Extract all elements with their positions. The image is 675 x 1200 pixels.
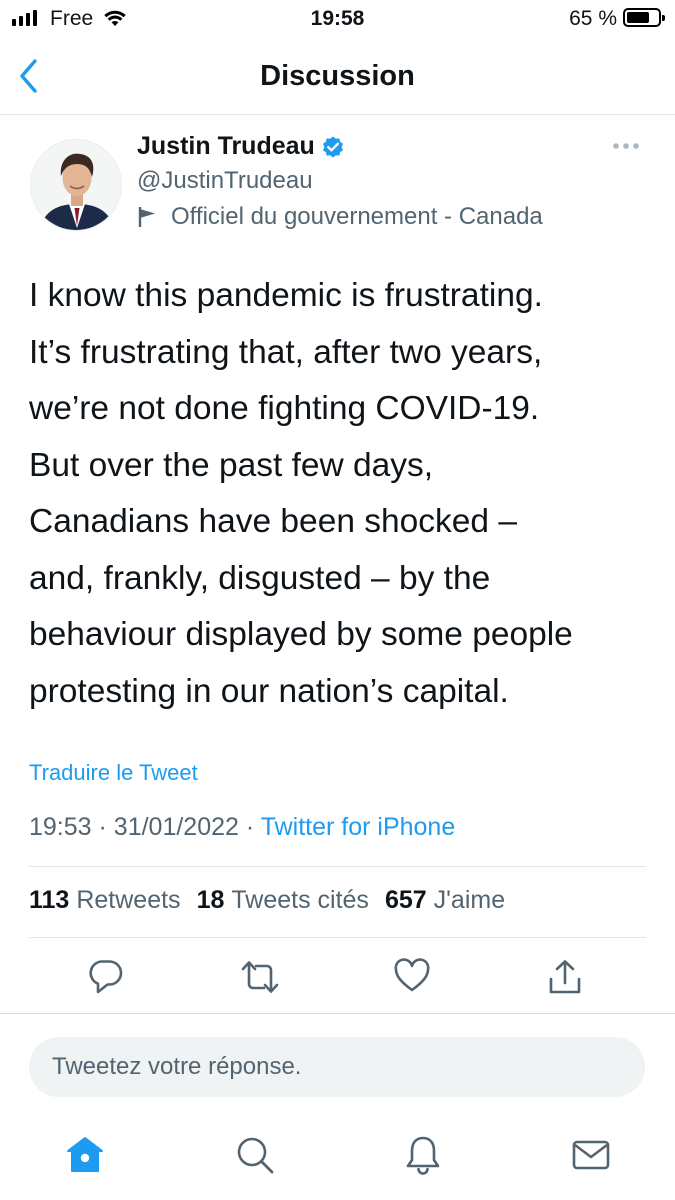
verified-badge-icon [322,136,343,157]
tweet-time: 19:53 [29,813,92,841]
tweet-source-link[interactable]: Twitter for iPhone [261,813,456,841]
reply-placeholder: Tweetez votre réponse. [52,1053,302,1080]
author-name-row: Justin Trudeau [137,132,345,161]
avatar[interactable] [30,139,122,231]
battery-percentage: 65 % [569,7,617,30]
tweet-meta: 19:53 · 31/01/2022 · Twitter for iPhone [29,813,455,842]
nav-header: Discussion [0,44,675,115]
retweets-label: Retweets [76,886,181,914]
tweet-text-line: protesting in our nation’s capital. [29,672,509,710]
meta-separator: · [98,813,107,841]
status-bar: Free 19:58 65 % [0,0,675,40]
reply-input[interactable]: Tweetez votre réponse. [29,1037,645,1097]
quotes-label: Tweets cités [231,886,369,914]
search-icon [237,1137,274,1174]
divider [0,1013,675,1014]
quotes-count: 18 [196,886,225,914]
more-options-button[interactable] [612,139,640,157]
retweets-stat[interactable]: 113 Retweets [29,886,181,915]
page-title: Discussion [260,60,415,92]
tweet-text-line: and, frankly, disgusted – by the [29,559,491,597]
tweet-text-line: Canadians have been shocked – [29,503,517,540]
battery-icon [623,8,665,27]
reply-button[interactable] [88,958,124,1001]
tweet-text-line: But over the past few days, [29,446,434,484]
retweet-button[interactable] [240,958,280,1001]
flag-icon [138,207,155,227]
like-button[interactable] [393,958,431,999]
government-label: Officiel du gouvernement - Canada [137,203,543,231]
reply-icon [89,960,123,994]
tweet-text-line: It’s frustrating that, after two years, [29,333,543,371]
tab-search[interactable] [235,1135,275,1180]
tab-messages[interactable] [571,1135,611,1180]
more-icon [613,143,639,149]
tweet-text-line: we’re not done fighting COVID-19. [29,390,540,427]
translate-tweet-link[interactable]: Traduire le Tweet [29,760,198,786]
author-handle[interactable]: @JustinTrudeau [137,167,313,195]
tab-notifications[interactable] [403,1135,443,1180]
retweet-icon [241,961,279,993]
tweet-date: 31/01/2022 [113,813,239,841]
likes-label: J'aime [433,886,506,914]
tweet-stats: 113 Retweets 18 Tweets cités 657 J'aime [29,886,505,915]
tab-home[interactable] [65,1135,105,1180]
meta-separator: · [245,813,255,841]
author-name[interactable]: Justin Trudeau [137,132,315,161]
messages-icon [572,1140,610,1170]
divider [29,937,646,938]
share-button[interactable] [547,958,583,1001]
tweet-text: I know this pandemic is frustrating. It’… [29,268,659,720]
tweet-actions [0,958,675,998]
battery-level [627,12,650,23]
notifications-icon [406,1136,440,1175]
likes-stat[interactable]: 657 J'aime [385,886,505,915]
home-icon [67,1137,103,1172]
retweets-count: 113 [29,886,70,914]
share-icon [549,960,581,994]
like-icon [394,958,430,992]
likes-count: 657 [384,886,427,914]
tweet-text-line: behaviour displayed by some people [29,616,573,653]
quote-tweets-stat[interactable]: 18 Tweets cités [197,886,369,915]
tweet-text-line: I know this pandemic is frustrating. [29,277,543,314]
divider [29,866,646,867]
government-label-text: Officiel du gouvernement - Canada [171,203,543,230]
